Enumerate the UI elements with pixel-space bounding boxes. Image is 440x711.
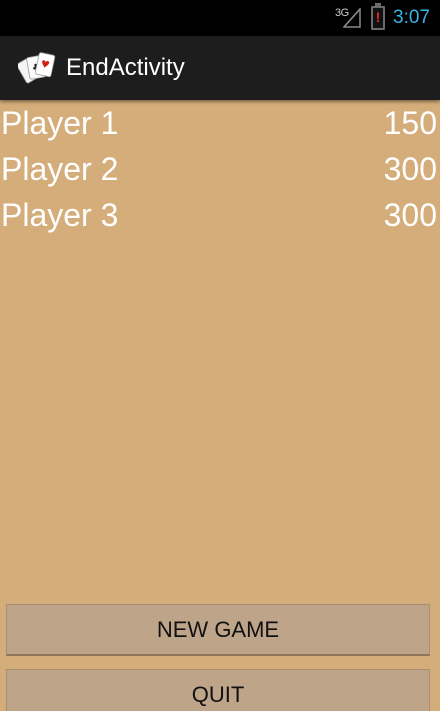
battery-icon: !	[371, 3, 386, 30]
quit-button[interactable]: QUIT	[6, 669, 430, 711]
score-row: Player 3 300	[0, 192, 440, 238]
score-row: Player 2 300	[0, 146, 440, 192]
battery-alert: !	[375, 9, 381, 25]
new-game-button[interactable]: NEW GAME	[6, 604, 430, 656]
player-score: 150	[383, 104, 437, 141]
status-bar: 3G ! 3:07	[0, 0, 440, 36]
player-name: Player 3	[1, 196, 119, 233]
score-row: Player 1 150	[0, 100, 440, 146]
player-score: 300	[383, 196, 437, 233]
playing-cards-icon[interactable]: ♣ ♥	[18, 48, 58, 88]
action-bar: ♣ ♥ EndActivity	[0, 36, 440, 100]
score-list: Player 1 150 Player 2 300 Player 3 300	[0, 100, 440, 238]
app-title: EndActivity	[66, 54, 185, 81]
signal-icon: 3G	[335, 6, 363, 30]
player-score: 300	[383, 150, 437, 187]
clock: 3:07	[393, 7, 430, 28]
status-icons: 3G ! 3:07	[335, 0, 430, 36]
player-name: Player 2	[1, 150, 119, 187]
player-name: Player 1	[1, 104, 119, 141]
